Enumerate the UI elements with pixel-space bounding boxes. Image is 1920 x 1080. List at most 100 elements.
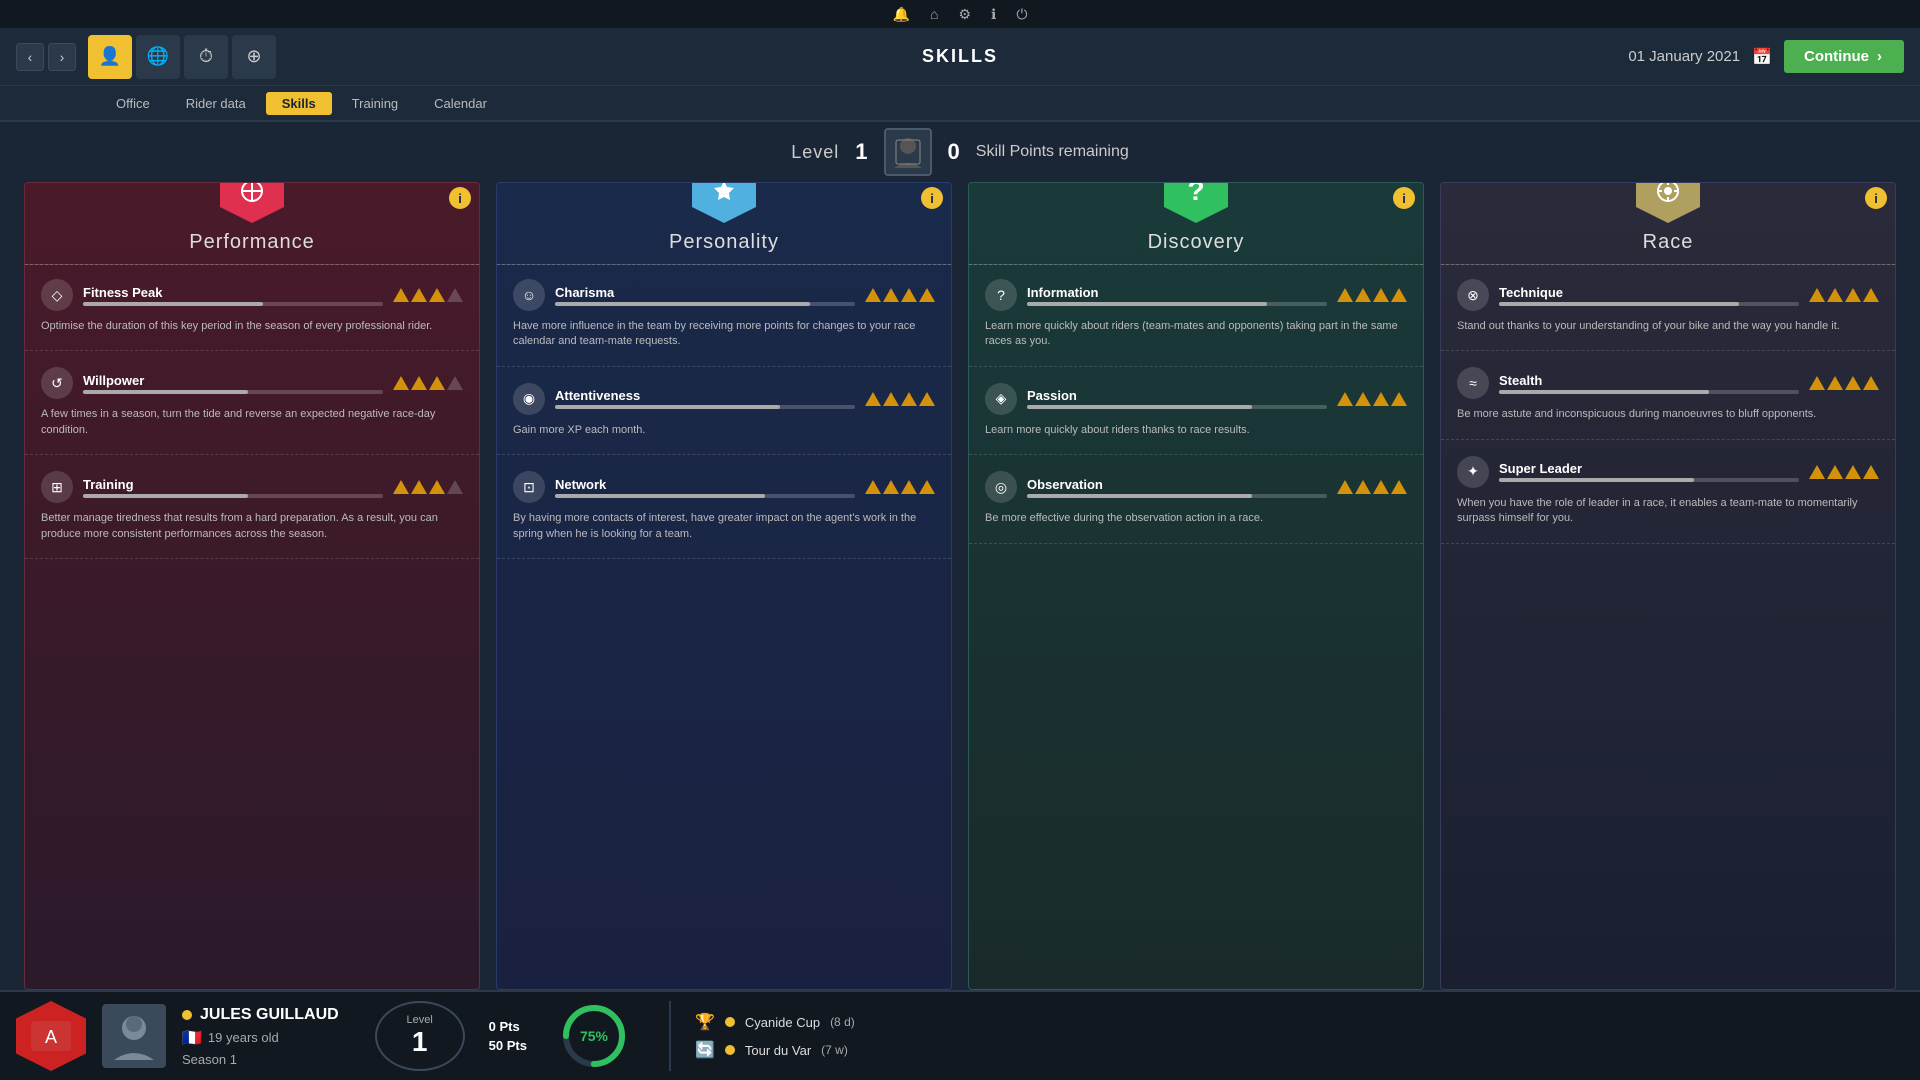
tab-skills[interactable]: Skills — [266, 92, 332, 115]
stealth-name: Stealth — [1499, 373, 1799, 388]
super-leader-desc: When you have the role of leader in a ra… — [1457, 496, 1879, 527]
card-race: i Race ⊗ Technique Stand out thanks to y… — [1440, 182, 1896, 990]
nav-map-icon[interactable]: ⊕ — [232, 35, 276, 79]
top-bar: 🔔 ⌂ ⚙ ℹ ⏻ — [0, 0, 1920, 28]
charisma-desc: Have more influence in the team by recei… — [513, 319, 935, 350]
race-1-dot — [725, 1045, 735, 1055]
training-triangles — [393, 480, 463, 494]
level-avatar — [884, 128, 932, 176]
super-leader-icon: ✦ — [1457, 456, 1489, 488]
network-icon: ⊡ — [513, 471, 545, 503]
pts-display: 0 Pts 50 Pts — [489, 1019, 527, 1053]
network-name: Network — [555, 477, 855, 492]
information-desc: Learn more quickly about riders (team-ma… — [985, 319, 1407, 350]
rider-name-label: JULES GUILLAUD — [200, 1006, 339, 1024]
nav-bar: ‹ › 👤 🌐 ⏱ ⊕ SKILLS 01 January 2021 📅 Con… — [0, 28, 1920, 86]
rider-status-dot — [182, 1010, 192, 1020]
pts-current: 0 Pts — [489, 1019, 520, 1034]
progress-circle: 75% — [559, 1001, 629, 1071]
technique-name: Technique — [1499, 285, 1799, 300]
skill-super-leader: ✦ Super Leader When you have the role of… — [1441, 448, 1895, 535]
nav-forward-button[interactable]: › — [48, 43, 76, 71]
skill-fitness-peak: ◇ Fitness Peak Optimise the duration of … — [25, 271, 479, 342]
nav-back-button[interactable]: ‹ — [16, 43, 44, 71]
race-0-days: (8 d) — [830, 1015, 855, 1029]
races-section: 🏆 Cyanide Cup (8 d) 🔄 Tour du Var (7 w) — [669, 1001, 855, 1071]
race-hex-icon — [1636, 182, 1700, 223]
attentiveness-triangles — [865, 392, 935, 406]
rider-age: 19 years old — [208, 1030, 279, 1045]
home-icon[interactable]: ⌂ — [930, 6, 938, 22]
card-race-header: i Race — [1441, 183, 1895, 271]
card-personality: i Personality ☺ Charisma Have more influ… — [496, 182, 952, 990]
calendar-icon[interactable]: 📅 — [1752, 47, 1772, 67]
stealth-icon: ≈ — [1457, 367, 1489, 399]
fitness-peak-name: Fitness Peak — [83, 285, 383, 300]
race-info-icon[interactable]: i — [1865, 187, 1887, 209]
race-0-name: Cyanide Cup — [745, 1015, 820, 1030]
attentiveness-icon: ◉ — [513, 383, 545, 415]
progress-label: 75% — [580, 1028, 608, 1044]
level-value: 1 — [855, 139, 867, 165]
tab-training[interactable]: Training — [336, 92, 414, 115]
information-icon: ? — [985, 279, 1017, 311]
tab-office[interactable]: Office — [100, 92, 166, 115]
sub-nav: Office Rider data Skills Training Calend… — [0, 86, 1920, 122]
pts-total: 50 Pts — [489, 1038, 527, 1053]
race-row-0: 🏆 Cyanide Cup (8 d) — [695, 1012, 855, 1032]
nav-globe-icon[interactable]: 🌐 — [136, 35, 180, 79]
bell-icon[interactable]: 🔔 — [893, 6, 910, 23]
information-name: Information — [1027, 285, 1327, 300]
performance-info-icon[interactable]: i — [449, 187, 471, 209]
technique-desc: Stand out thanks to your understanding o… — [1457, 319, 1879, 334]
card-performance-header: i Performance — [25, 183, 479, 271]
skill-charisma: ☺ Charisma Have more influence in the te… — [497, 271, 951, 358]
rider-info: JULES GUILLAUD 🇫🇷 19 years old Season 1 — [182, 1006, 339, 1067]
skill-training: ⊞ Training Better manage tiredness that … — [25, 463, 479, 550]
skill-points-value: 0 — [948, 139, 960, 165]
card-discovery-header: ? i Discovery — [969, 183, 1423, 271]
fitness-peak-desc: Optimise the duration of this key period… — [41, 319, 463, 334]
gear-icon[interactable]: ⚙ — [958, 6, 971, 23]
passion-icon: ◈ — [985, 383, 1017, 415]
tab-calendar[interactable]: Calendar — [418, 92, 503, 115]
card-personality-header: i Personality — [497, 183, 951, 271]
passion-desc: Learn more quickly about riders thanks t… — [985, 423, 1407, 438]
power-icon[interactable]: ⏻ — [1016, 6, 1027, 23]
continue-button[interactable]: Continue › — [1784, 40, 1904, 73]
info-icon[interactable]: ℹ — [991, 6, 996, 23]
observation-triangles — [1337, 480, 1407, 494]
attentiveness-desc: Gain more XP each month. — [513, 423, 935, 438]
stealth-desc: Be more astute and inconspicuous during … — [1457, 407, 1879, 422]
tab-rider-data[interactable]: Rider data — [170, 92, 262, 115]
passion-triangles — [1337, 392, 1407, 406]
willpower-icon: ↺ — [41, 367, 73, 399]
training-icon: ⊞ — [41, 471, 73, 503]
nav-clock-icon[interactable]: ⏱ — [184, 35, 228, 79]
nav-title: SKILLS — [922, 46, 998, 67]
nav-arrows: ‹ › — [16, 43, 76, 71]
performance-hex-icon — [220, 182, 284, 223]
personality-divider — [497, 264, 951, 265]
date-display: 01 January 2021 — [1628, 48, 1740, 65]
skill-observation: ◎ Observation Be more effective during t… — [969, 463, 1423, 534]
performance-title: Performance — [189, 231, 315, 254]
personality-title: Personality — [669, 231, 779, 254]
personality-info-icon[interactable]: i — [921, 187, 943, 209]
network-triangles — [865, 480, 935, 494]
nav-right: 01 January 2021 📅 Continue › — [1628, 40, 1904, 73]
attentiveness-name: Attentiveness — [555, 388, 855, 403]
willpower-name: Willpower — [83, 373, 383, 388]
skill-points-label: Skill Points remaining — [976, 143, 1129, 161]
race-1-name: Tour du Var — [745, 1043, 811, 1058]
skill-willpower: ↺ Willpower A few times in a season, tur… — [25, 359, 479, 446]
nav-rider-icon[interactable]: 👤 — [88, 35, 132, 79]
training-desc: Better manage tiredness that results fro… — [41, 511, 463, 542]
discovery-info-icon[interactable]: i — [1393, 187, 1415, 209]
race-divider — [1441, 264, 1895, 265]
race-row-1: 🔄 Tour du Var (7 w) — [695, 1040, 855, 1060]
performance-divider — [25, 264, 479, 265]
bottom-bar: A JULES GUILLAUD 🇫🇷 19 years old Season … — [0, 990, 1920, 1080]
charisma-triangles — [865, 288, 935, 302]
card-performance: i Performance ◇ Fitness Peak Optimise th… — [24, 182, 480, 990]
